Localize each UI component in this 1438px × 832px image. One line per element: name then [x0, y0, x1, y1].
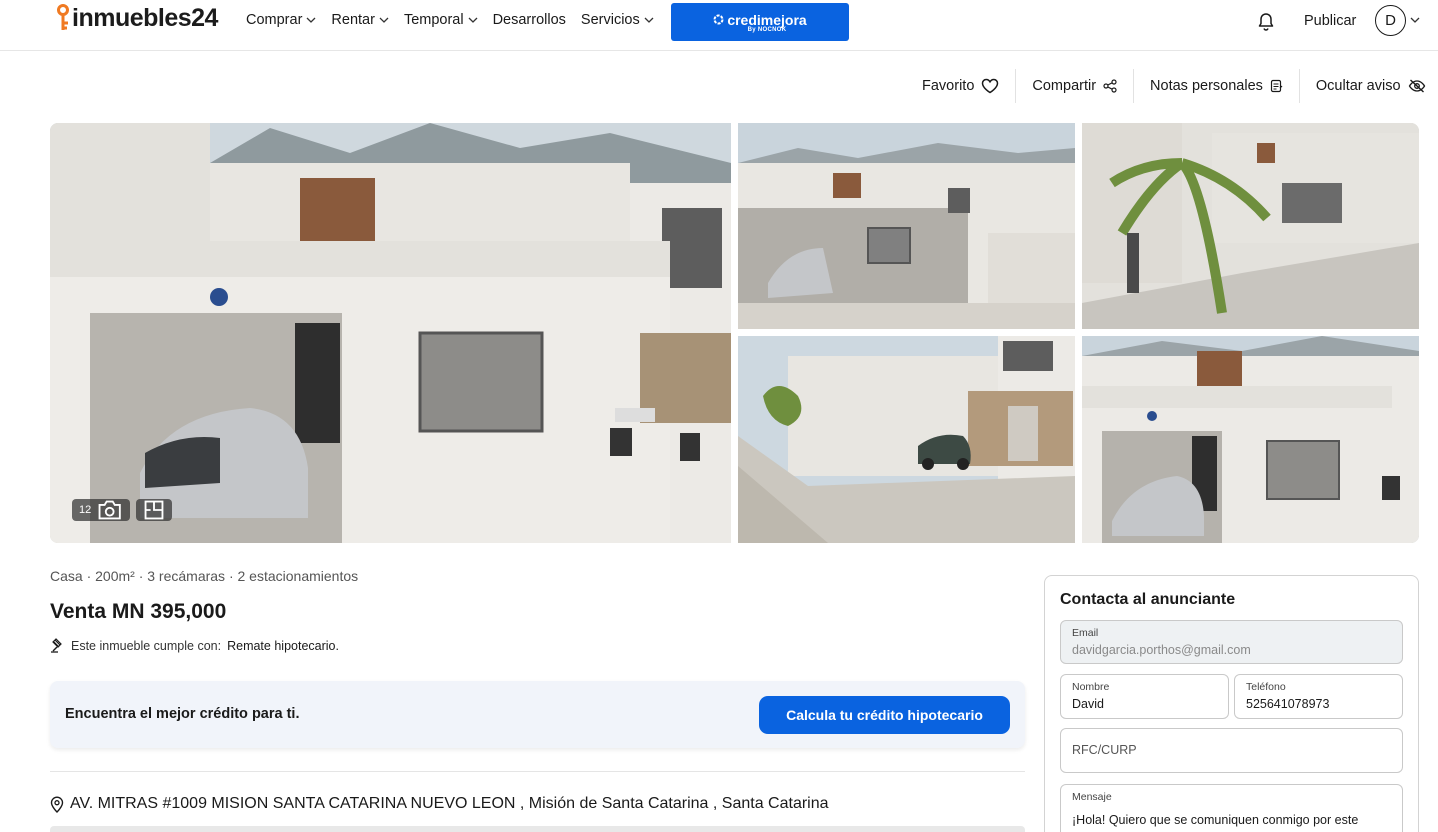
- photo-count: 12: [79, 504, 92, 516]
- main-photo[interactable]: 12: [50, 123, 731, 543]
- location-pin-icon: [50, 796, 64, 813]
- compliance-prefix: Este inmueble cumple con:: [71, 638, 222, 653]
- share-button[interactable]: Compartir: [1015, 69, 1133, 103]
- chevron-down-icon[interactable]: [1410, 17, 1420, 23]
- phone-label: Teléfono: [1246, 681, 1286, 693]
- gallery-photo[interactable]: [1082, 123, 1419, 329]
- property-features: Casa · 200m² · 3 recámaras · 2 estaciona…: [50, 568, 359, 584]
- chevron-down-icon: [379, 17, 389, 23]
- rfc-field[interactable]: RFC/CURP: [1060, 728, 1403, 773]
- photo-count-badge[interactable]: 12: [72, 499, 130, 521]
- phone-field[interactable]: Teléfono: [1234, 674, 1403, 719]
- message-label: Mensaje: [1072, 791, 1112, 803]
- top-header: inmuebles24 Comprar Rentar Temporal Desa…: [0, 0, 1438, 51]
- nav-label: Comprar: [246, 12, 303, 28]
- banner-title-text: credimejora: [727, 11, 807, 28]
- credimejora-banner[interactable]: credimejora By NOCNOK: [671, 3, 849, 41]
- notes-icon: [1270, 79, 1283, 93]
- action-label: Ocultar aviso: [1315, 78, 1401, 94]
- gallery-photo[interactable]: [738, 123, 1075, 329]
- listing-actions: Favorito Compartir Notas personales Ocul…: [906, 69, 1432, 103]
- share-icon: [1103, 79, 1117, 93]
- chevron-down-icon: [306, 17, 316, 23]
- personal-notes-button[interactable]: Notas personales: [1133, 69, 1299, 103]
- floorplan-badge[interactable]: [135, 499, 172, 521]
- publish-link[interactable]: Publicar: [1304, 13, 1356, 29]
- name-field[interactable]: Nombre: [1060, 674, 1229, 719]
- main-nav: Comprar Rentar Temporal Desarrollos Serv…: [246, 12, 654, 28]
- email-field[interactable]: Email: [1060, 620, 1403, 664]
- photo-badges: 12: [72, 499, 172, 521]
- nav-rentar[interactable]: Rentar: [331, 12, 389, 28]
- credit-promo-text: Encuentra el mejor crédito para ti.: [65, 706, 300, 722]
- action-label: Notas personales: [1150, 78, 1263, 94]
- compliance-note: Este inmueble cumple con: Remate hipotec…: [50, 638, 339, 653]
- house-front-photo: [50, 123, 731, 543]
- gallery-photo[interactable]: [738, 336, 1075, 543]
- chevron-down-icon: [644, 17, 654, 23]
- email-label: Email: [1072, 627, 1099, 639]
- street-photo: [1082, 123, 1419, 329]
- logo-key-icon: [57, 4, 69, 30]
- action-label: Favorito: [922, 78, 975, 94]
- user-avatar[interactable]: D: [1375, 5, 1406, 36]
- nav-comprar[interactable]: Comprar: [246, 12, 316, 28]
- banner-subtitle: By NOCNOK: [747, 26, 787, 33]
- hide-listing-button[interactable]: Ocultar aviso: [1298, 69, 1432, 103]
- street-photo: [738, 336, 1075, 543]
- nav-desarrollos[interactable]: Desarrollos: [493, 12, 566, 28]
- name-label: Nombre: [1072, 681, 1110, 693]
- nav-label: Desarrollos: [492, 12, 566, 28]
- email-input[interactable]: [1072, 643, 1391, 657]
- house-front-photo: [1082, 336, 1419, 543]
- message-text[interactable]: ¡Hola! Quiero que se comuniquen conmigo …: [1072, 813, 1391, 827]
- chevron-down-icon: [468, 17, 478, 23]
- rfc-placeholder: RFC/CURP: [1072, 743, 1137, 757]
- credimejora-logo-icon: [713, 14, 724, 25]
- credit-promo-box: Encuentra el mejor crédito para ti. Calc…: [50, 681, 1025, 748]
- site-logo[interactable]: inmuebles24: [56, 3, 218, 33]
- nav-label: Rentar: [331, 12, 375, 28]
- house-front-photo: [738, 123, 1075, 329]
- property-address: AV. MITRAS #1009 MISION SANTA CATARINA N…: [50, 795, 829, 813]
- nav-label: Temporal: [403, 12, 464, 28]
- contact-title: Contacta al anunciante: [1060, 591, 1236, 608]
- bell-icon[interactable]: [1257, 12, 1275, 32]
- map-preview-edge: [50, 826, 1025, 832]
- address-text: AV. MITRAS #1009 MISION SANTA CATARINA N…: [70, 795, 829, 812]
- camera-icon: [98, 500, 122, 520]
- favorite-button[interactable]: Favorito: [906, 69, 1015, 103]
- gavel-icon: [51, 638, 62, 653]
- nav-servicios[interactable]: Servicios: [581, 12, 654, 28]
- name-input[interactable]: [1072, 697, 1217, 711]
- message-field[interactable]: Mensaje ¡Hola! Quiero que se comuniquen …: [1060, 784, 1403, 832]
- contact-form: Contacta al anunciante Email Nombre Telé…: [1044, 575, 1419, 832]
- gallery-photo[interactable]: [1082, 336, 1419, 543]
- heart-icon: [982, 78, 999, 94]
- nav-label: Servicios: [580, 12, 640, 28]
- section-divider: [50, 771, 1025, 772]
- compliance-value: Remate hipotecario.: [227, 638, 339, 653]
- photo-gallery: 12: [50, 123, 1419, 543]
- nav-temporal[interactable]: Temporal: [404, 12, 478, 28]
- phone-input[interactable]: [1246, 697, 1391, 711]
- logo-text: inmuebles24: [72, 3, 218, 32]
- eye-off-icon: [1408, 79, 1425, 93]
- action-label: Compartir: [1032, 78, 1097, 94]
- calculate-credit-button[interactable]: Calcula tu crédito hipotecario: [759, 696, 1010, 734]
- floorplan-icon: [144, 500, 164, 520]
- property-price: Venta MN 395,000: [50, 600, 227, 623]
- banner-title: credimejora: [713, 11, 807, 28]
